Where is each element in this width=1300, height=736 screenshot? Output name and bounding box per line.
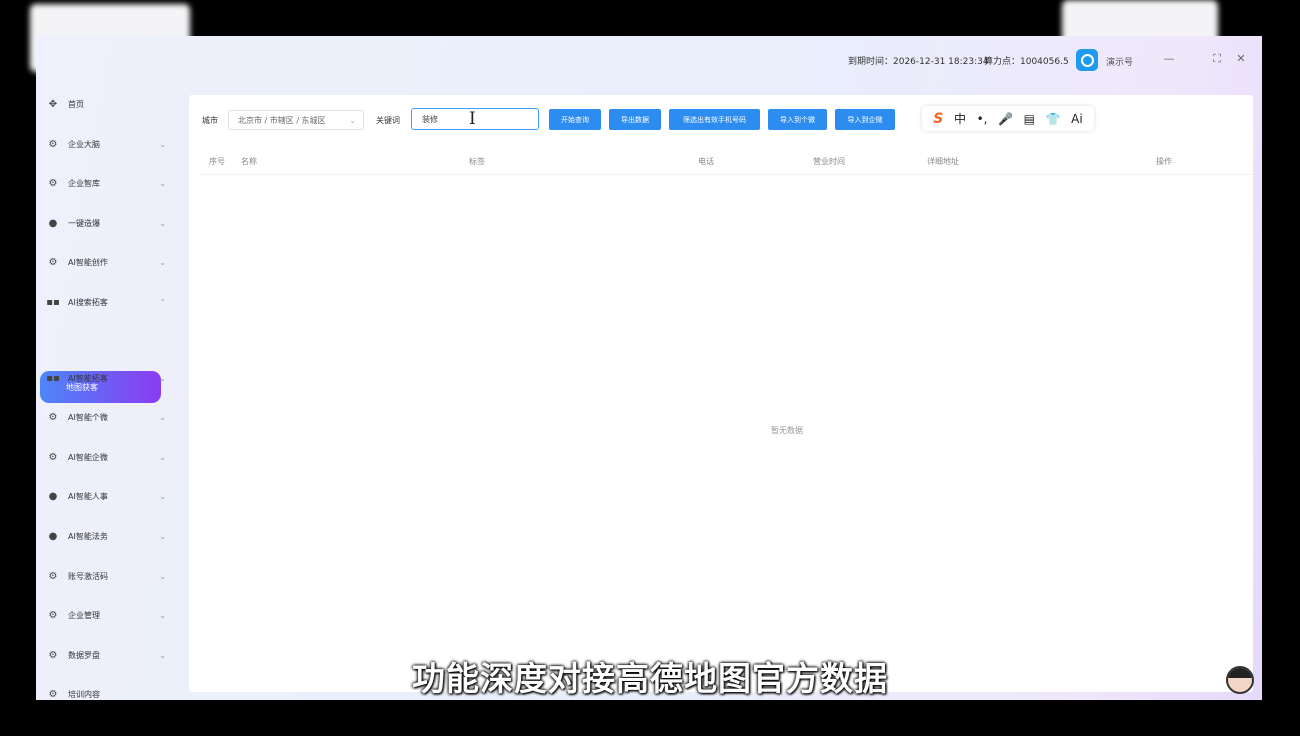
gear-icon: ⚙ bbox=[48, 609, 58, 621]
table-divider bbox=[199, 174, 1253, 175]
sidebar-item-ai-wechat[interactable]: ⚙ AI智能个微 ⌄ bbox=[46, 405, 166, 429]
gear-icon: ⚙ bbox=[48, 570, 58, 582]
sidebar-item-enterprise-library[interactable]: ⚙ 企业智库 ⌄ bbox=[46, 171, 166, 195]
presenter-avatar bbox=[1226, 666, 1254, 694]
table-header-address: 详细地址 bbox=[927, 157, 959, 166]
table-header-action: 操作 bbox=[1156, 157, 1172, 166]
table-header-phone: 电话 bbox=[698, 157, 714, 166]
sidebar-item-label: AI搜索拓客 bbox=[68, 297, 108, 307]
user-icon: ● bbox=[48, 217, 58, 229]
microphone-icon[interactable]: 🎤 bbox=[998, 112, 1013, 126]
sidebar-item-ai-hr[interactable]: ● AI智能人事 ⌄ bbox=[46, 484, 166, 508]
user-icon: ● bbox=[48, 490, 58, 502]
video-subtitle: 功能深度对接高德地图官方数据 bbox=[412, 659, 888, 698]
grid-icon: ▪▪ bbox=[46, 372, 60, 384]
app-logo-icon[interactable] bbox=[1076, 49, 1098, 71]
sidebar-item-label: AI智能法务 bbox=[68, 531, 108, 541]
keyword-label: 关键词 bbox=[376, 116, 400, 125]
expire-time: 到期时间：2026-12-31 18:23:34 bbox=[848, 57, 989, 67]
user-icon: ● bbox=[48, 530, 58, 542]
chevron-up-icon: ⌃ bbox=[159, 297, 166, 307]
chevron-down-icon: ⌄ bbox=[159, 412, 166, 422]
sidebar-item-label: AI智能个微 bbox=[68, 412, 108, 422]
chevron-down-icon: ⌄ bbox=[159, 178, 166, 188]
sidebar-item-ai-search[interactable]: ▪▪ AI搜索拓客 ⌃ bbox=[46, 290, 166, 314]
city-label: 城市 bbox=[202, 116, 218, 125]
chevron-down-icon: ⌄ bbox=[159, 571, 166, 581]
close-icon[interactable]: ✕ bbox=[1232, 50, 1250, 68]
grid-icon: ▪▪ bbox=[46, 296, 60, 308]
sidebar-item-label: 一键造爆 bbox=[68, 218, 100, 228]
minimize-icon[interactable]: — bbox=[1160, 50, 1178, 68]
sidebar-item-home[interactable]: ✥ 首页 bbox=[46, 92, 166, 116]
ai-icon[interactable]: Ai bbox=[1071, 112, 1083, 126]
table-header-index: 序号 bbox=[209, 157, 225, 166]
sidebar-item-label: 首页 bbox=[68, 99, 84, 109]
sidebar-item-enterprise-brain[interactable]: ⚙ 企业大脑 ⌄ bbox=[46, 132, 166, 156]
app-window: 到期时间：2026-12-31 18:23:34 算力点：1004056.5 演… bbox=[36, 36, 1262, 700]
sidebar: ✥ 首页 ⚙ 企业大脑 ⌄ ⚙ 企业智库 ⌄ ● 一键造爆 ⌄ ⚙ AI智能创作… bbox=[36, 84, 186, 700]
sidebar-item-ai-legal[interactable]: ● AI智能法务 ⌄ bbox=[46, 524, 166, 548]
chevron-down-icon: ⌄ bbox=[159, 452, 166, 462]
home-icon: ✥ bbox=[48, 98, 58, 110]
main-content: 城市 北京市 / 市辖区 / 东城区 ⌄ 关键词 I 开始查询 导出数据 筛选出… bbox=[189, 95, 1253, 692]
gear-icon: ⚙ bbox=[48, 411, 58, 423]
skin-icon[interactable]: 👕 bbox=[1046, 112, 1061, 126]
table-header-tags: 标签 bbox=[469, 157, 485, 166]
chevron-down-icon: ⌄ bbox=[159, 373, 166, 383]
chevron-down-icon: ⌄ bbox=[159, 218, 166, 228]
gear-icon: ⚙ bbox=[48, 138, 58, 150]
export-data-button[interactable]: 导出数据 bbox=[609, 109, 661, 130]
sidebar-item-label: 企业大脑 bbox=[68, 139, 100, 149]
sidebar-item-label: AI智能人事 bbox=[68, 491, 108, 501]
sidebar-item-enterprise-management[interactable]: ⚙ 企业管理 ⌄ bbox=[46, 603, 166, 627]
sidebar-item-ai-smart-acquisition[interactable]: ▪▪ AI智能拓客 ⌄ bbox=[46, 366, 166, 390]
chevron-down-icon: ⌄ bbox=[159, 531, 166, 541]
username[interactable]: 演示号 bbox=[1106, 55, 1133, 68]
sidebar-item-label: AI智能创作 bbox=[68, 257, 108, 267]
gear-icon: ⚙ bbox=[48, 177, 58, 189]
sogou-icon[interactable]: S bbox=[933, 111, 943, 127]
filter-mobile-button[interactable]: 筛选出有效手机号码 bbox=[669, 109, 760, 130]
gear-icon: ⚙ bbox=[48, 256, 58, 268]
keyboard-icon[interactable]: ▤ bbox=[1024, 112, 1035, 126]
sidebar-item-activation-code[interactable]: ⚙ 账号激活码 ⌄ bbox=[46, 564, 166, 588]
chevron-down-icon: ⌄ bbox=[159, 610, 166, 620]
city-select[interactable]: 北京市 / 市辖区 / 东城区 ⌄ bbox=[228, 110, 364, 130]
sidebar-item-one-click[interactable]: ● 一键造爆 ⌄ bbox=[46, 211, 166, 235]
compute-points: 算力点：1004056.5 bbox=[984, 57, 1069, 67]
start-query-button[interactable]: 开始查询 bbox=[549, 109, 601, 130]
ime-toolbar: S 中 •, 🎤 ▤ 👕 Ai bbox=[922, 106, 1094, 131]
chevron-down-icon: ⌄ bbox=[159, 257, 166, 267]
sidebar-item-label: 企业管理 bbox=[68, 610, 100, 620]
chevron-down-icon: ⌄ bbox=[159, 491, 166, 501]
punctuation-icon[interactable]: •, bbox=[977, 112, 988, 126]
chevron-down-icon: ⌄ bbox=[159, 139, 166, 149]
text-cursor-icon: I bbox=[469, 109, 476, 129]
sidebar-item-label: 账号激活码 bbox=[68, 571, 108, 581]
import-wechat-button[interactable]: 导入到个微 bbox=[768, 109, 827, 130]
city-value: 北京市 / 市辖区 / 东城区 bbox=[238, 116, 326, 125]
chinese-mode-icon[interactable]: 中 bbox=[954, 110, 966, 127]
sidebar-item-ai-creation[interactable]: ⚙ AI智能创作 ⌄ bbox=[46, 250, 166, 274]
table-header-hours: 营业时间 bbox=[813, 157, 845, 166]
sidebar-item-label: 企业智库 bbox=[68, 178, 100, 188]
maximize-icon[interactable]: ⛶ bbox=[1208, 50, 1226, 68]
sidebar-item-ai-wecom[interactable]: ⚙ AI智能企微 ⌄ bbox=[46, 445, 166, 469]
sidebar-item-label: AI智能企微 bbox=[68, 452, 108, 462]
title-bar: 到期时间：2026-12-31 18:23:34 算力点：1004056.5 演… bbox=[36, 36, 1262, 84]
empty-state: 暂无数据 bbox=[771, 426, 803, 435]
gear-icon: ⚙ bbox=[48, 451, 58, 463]
chevron-down-icon: ⌄ bbox=[349, 116, 356, 125]
table-header-name: 名称 bbox=[241, 157, 257, 166]
import-wecom-button[interactable]: 导入到企微 bbox=[835, 109, 895, 130]
sidebar-item-label: AI智能拓客 bbox=[68, 373, 108, 383]
